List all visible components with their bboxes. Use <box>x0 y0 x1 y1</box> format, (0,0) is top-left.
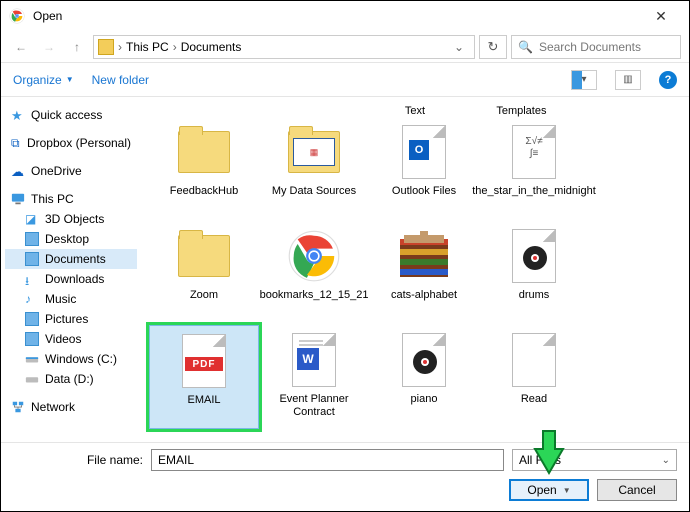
window-title: Open <box>33 9 641 23</box>
chevron-down-icon[interactable]: ⌄ <box>448 40 470 54</box>
cloud-icon: ☁ <box>11 164 25 178</box>
file-item-cats[interactable]: cats-alphabet <box>369 221 479 325</box>
sidebar-item-videos[interactable]: Videos <box>5 329 137 349</box>
file-item-feedbackhub[interactable]: FeedbackHub <box>149 117 259 221</box>
new-folder-button[interactable]: New folder <box>92 73 149 87</box>
sidebar-item-dropbox[interactable]: ⧉Dropbox (Personal) <box>5 133 137 153</box>
sidebar-item-3d-objects[interactable]: ◪3D Objects <box>5 209 137 229</box>
file-item-read[interactable]: Read <box>479 325 589 429</box>
preview-pane-button[interactable]: ▥ <box>615 70 641 90</box>
sidebar-item-thispc[interactable]: This PC <box>5 189 137 209</box>
sidebar-item-pictures[interactable]: Pictures <box>5 309 137 329</box>
filetype-select[interactable]: All Files ⌄ <box>512 449 677 471</box>
videos-icon <box>25 332 39 346</box>
sidebar-item-desktop[interactable]: Desktop <box>5 229 137 249</box>
cancel-button[interactable]: Cancel <box>597 479 677 501</box>
breadcrumb-root[interactable]: This PC <box>126 40 169 54</box>
refresh-button[interactable]: ↻ <box>479 35 507 59</box>
star-icon: ★ <box>11 108 25 122</box>
file-list: Text Templates FeedbackHub ▦My Data Sour… <box>141 97 689 442</box>
bottom-panel: File name: All Files ⌄ Open▼ Cancel <box>1 442 689 511</box>
sidebar: ★Quick access ⧉Dropbox (Personal) ☁OneDr… <box>1 97 141 442</box>
download-icon: ⭳ <box>25 272 39 286</box>
file-item-mydatasources[interactable]: ▦My Data Sources <box>259 117 369 221</box>
back-button[interactable]: ← <box>9 35 33 59</box>
sidebar-item-music[interactable]: ♪Music <box>5 289 137 309</box>
folder-icon <box>25 232 39 246</box>
sidebar-item-ddrive[interactable]: Data (D:) <box>5 369 137 389</box>
dropbox-icon: ⧉ <box>11 136 21 150</box>
drive-icon <box>25 372 39 386</box>
file-item-bookmarks[interactable]: bookmarks_12_15_21 <box>259 221 369 325</box>
breadcrumb[interactable]: › This PC › Documents ⌄ <box>93 35 475 59</box>
sidebar-item-quick-access[interactable]: ★Quick access <box>5 105 137 125</box>
filename-input[interactable] <box>151 449 504 471</box>
chevron-down-icon: ⌄ <box>662 455 670 466</box>
drive-icon <box>25 352 39 366</box>
up-button[interactable]: ↑ <box>65 35 89 59</box>
organize-button[interactable]: Organize ▼ <box>13 73 74 87</box>
open-button[interactable]: Open▼ <box>509 479 589 501</box>
file-item-star[interactable]: Σ√≠∫≡the_star_in_the_midnight <box>479 117 589 221</box>
file-item-eventplanner[interactable]: WEvent Planner Contract <box>259 325 369 429</box>
pc-icon <box>11 192 25 206</box>
sidebar-item-network[interactable]: Network <box>5 397 137 417</box>
sidebar-item-onedrive[interactable]: ☁OneDrive <box>5 161 137 181</box>
partial-item-templates[interactable]: Templates <box>468 105 574 117</box>
toolbar: Organize ▼ New folder ▾ ▥ ? <box>1 63 689 97</box>
file-item-outlookfiles[interactable]: OOutlook Files <box>369 117 479 221</box>
search-icon: 🔍 <box>518 40 533 54</box>
chrome-icon <box>9 8 25 24</box>
dropdown-icon: ▼ <box>563 486 571 495</box>
partial-item-text[interactable]: Text <box>362 105 468 117</box>
file-item-email[interactable]: PDFEMAIL <box>149 325 259 429</box>
dropdown-icon: ▼ <box>66 75 74 84</box>
breadcrumb-folder[interactable]: Documents <box>181 40 242 54</box>
filename-label: File name: <box>13 453 143 467</box>
navbar: ← → ↑ › This PC › Documents ⌄ ↻ 🔍 Search… <box>1 31 689 63</box>
sidebar-item-cdrive[interactable]: Windows (C:) <box>5 349 137 369</box>
close-button[interactable]: ✕ <box>641 8 681 25</box>
file-item-zoom[interactable]: Zoom <box>149 221 259 325</box>
music-icon: ♪ <box>25 292 39 306</box>
sidebar-item-downloads[interactable]: ⭳Downloads <box>5 269 137 289</box>
folder-icon <box>25 252 39 266</box>
search-placeholder: Search Documents <box>539 40 641 54</box>
network-icon <box>11 400 25 414</box>
chevron-right-icon: › <box>118 40 122 54</box>
view-mode-button[interactable]: ▾ <box>571 70 597 90</box>
pictures-icon <box>25 312 39 326</box>
open-dialog: Open ✕ ← → ↑ › This PC › Documents ⌄ ↻ 🔍… <box>0 0 690 512</box>
chevron-right-icon: › <box>173 40 177 54</box>
help-button[interactable]: ? <box>659 71 677 89</box>
titlebar: Open ✕ <box>1 1 689 31</box>
forward-button[interactable]: → <box>37 35 61 59</box>
cube-icon: ◪ <box>25 212 39 226</box>
file-item-piano[interactable]: piano <box>369 325 479 429</box>
search-input[interactable]: 🔍 Search Documents <box>511 35 681 59</box>
file-item-drums[interactable]: drums <box>479 221 589 325</box>
sidebar-item-documents[interactable]: Documents <box>5 249 137 269</box>
folder-icon <box>98 39 114 55</box>
